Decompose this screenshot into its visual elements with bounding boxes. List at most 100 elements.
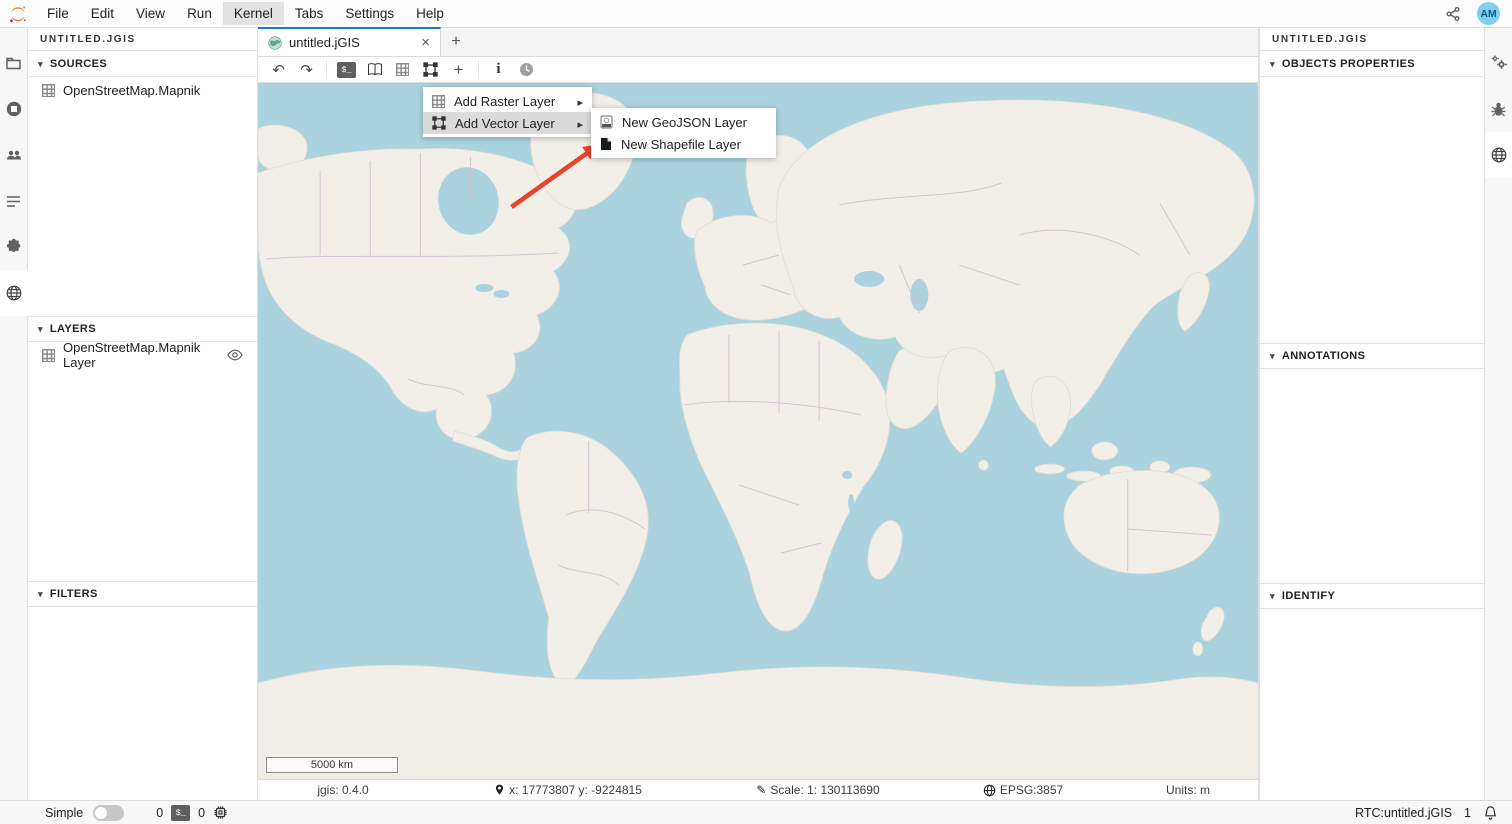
map-scale-value[interactable]: Scale: 1: 130113690 xyxy=(770,783,879,797)
pencil-icon xyxy=(756,783,766,797)
toolbar-divider xyxy=(326,61,327,78)
main-area: untitled.jGIS + xyxy=(258,28,1259,800)
tab-bar: untitled.jGIS xyxy=(258,28,1258,57)
scale-bar-label: 5000 km xyxy=(311,759,353,771)
menu-run[interactable]: Run xyxy=(176,2,223,25)
notifications-count[interactable]: 1 xyxy=(1464,806,1471,820)
redo-button[interactable] xyxy=(294,59,319,81)
right-panel-title: UNTITLED.JGIS xyxy=(1260,28,1484,51)
menu-view[interactable]: View xyxy=(125,2,176,25)
collaboration-icon[interactable] xyxy=(0,132,28,178)
raster-grid-icon xyxy=(432,95,445,108)
filters-section-header[interactable]: FILTERS xyxy=(28,581,257,607)
jgis-file-icon xyxy=(268,36,282,50)
identify-header[interactable]: IDENTIFY xyxy=(1260,583,1484,609)
toggle-knob xyxy=(95,807,107,819)
right-panel: UNTITLED.JGIS OBJECTS PROPERTIES ANNOTAT… xyxy=(1259,28,1484,800)
temporal-controller-button[interactable] xyxy=(514,59,539,81)
terminals-count[interactable]: 0 xyxy=(156,806,163,820)
bell-icon[interactable] xyxy=(1483,805,1498,821)
menu-item-new-geojson-layer[interactable]: New GeoJSON Layer xyxy=(591,111,776,133)
menu-item-add-vector-layer[interactable]: Add Vector Layer xyxy=(423,112,592,134)
property-inspector-icon[interactable] xyxy=(1485,40,1512,86)
new-vector-layer-button[interactable] xyxy=(418,59,443,81)
undo-button[interactable] xyxy=(266,59,291,81)
submenu-arrow-icon xyxy=(577,116,583,131)
cursor-coordinates: x: 17773807 y: -9224815 xyxy=(509,783,642,797)
source-item-label: OpenStreetMap.Mapnik xyxy=(63,83,200,98)
sources-section-header[interactable]: SOURCES xyxy=(28,51,257,77)
menu-kernel[interactable]: Kernel xyxy=(223,2,284,25)
identify-body xyxy=(1260,609,1484,800)
eye-icon[interactable] xyxy=(227,349,243,361)
map-crs[interactable]: EPSG:3857 xyxy=(1000,783,1063,797)
caret-down-icon xyxy=(1270,350,1275,362)
caret-down-icon xyxy=(1270,58,1275,70)
rtc-status[interactable]: RTC:untitled.jGIS xyxy=(1355,806,1452,820)
simple-mode-toggle[interactable] xyxy=(93,805,124,821)
menu-file[interactable]: File xyxy=(36,2,80,25)
open-symbology-button[interactable] xyxy=(362,59,387,81)
layers-section-header[interactable]: LAYERS xyxy=(28,316,257,342)
caret-down-icon xyxy=(1270,590,1275,602)
menu-help[interactable]: Help xyxy=(405,2,455,25)
left-panel: UNTITLED.JGIS SOURCES OpenStreetMap.Mapn… xyxy=(28,28,258,800)
annotations-body xyxy=(1260,369,1484,583)
add-layer-button[interactable]: + xyxy=(446,59,471,81)
filters-header-label: FILTERS xyxy=(50,588,98,600)
new-tab-button[interactable] xyxy=(441,28,471,56)
extensions-icon[interactable] xyxy=(0,224,28,270)
console-icon xyxy=(337,62,356,78)
layer-item[interactable]: OpenStreetMap.Mapnik Layer xyxy=(28,342,257,368)
map-status-bar: jgis: 0.4.0 x: 17773807 y: -9224815 Scal… xyxy=(258,779,1258,800)
left-activity-bar xyxy=(0,28,28,800)
kernel-chip-icon xyxy=(213,805,228,820)
menu-item-label: Add Vector Layer xyxy=(455,116,568,131)
toolbar-divider xyxy=(478,61,479,78)
running-kernels-icon[interactable] xyxy=(0,86,28,132)
menu-settings[interactable]: Settings xyxy=(334,2,405,25)
raster-layer-icon xyxy=(42,349,55,362)
tab-untitled-jgis[interactable]: untitled.jGIS xyxy=(258,27,441,56)
debugger-icon[interactable] xyxy=(1485,86,1512,132)
tab-label: untitled.jGIS xyxy=(289,35,360,50)
layer-item-label: OpenStreetMap.Mapnik Layer xyxy=(63,340,211,370)
share-icon[interactable] xyxy=(1445,6,1461,22)
user-avatar[interactable]: AM xyxy=(1477,2,1500,25)
source-item[interactable]: OpenStreetMap.Mapnik xyxy=(28,77,257,103)
menu-tabs[interactable]: Tabs xyxy=(284,2,335,25)
jgis-right-panel-icon[interactable] xyxy=(1485,132,1512,178)
close-icon[interactable] xyxy=(421,35,430,50)
menu-item-new-shapefile-layer[interactable]: New Shapefile Layer xyxy=(591,133,776,155)
sources-body xyxy=(28,103,257,316)
workspace: UNTITLED.JGIS SOURCES OpenStreetMap.Mapn… xyxy=(0,28,1512,800)
menu-edit[interactable]: Edit xyxy=(80,2,125,25)
caret-down-icon xyxy=(38,323,43,335)
shapefile-file-icon xyxy=(600,137,612,151)
vector-layer-submenu: New GeoJSON Layer New Shapefile Layer xyxy=(591,108,776,158)
location-pin-icon xyxy=(494,784,505,797)
add-layer-menu: Add Raster Layer Add Vector Layer xyxy=(423,87,592,137)
layers-body xyxy=(28,368,257,581)
geojson-file-icon xyxy=(600,115,613,129)
kernels-count[interactable]: 0 xyxy=(198,806,205,820)
console-button[interactable] xyxy=(334,59,359,81)
map-canvas[interactable]: 5000 km xyxy=(258,83,1258,779)
left-panel-title: UNTITLED.JGIS xyxy=(28,28,257,51)
objects-properties-header[interactable]: OBJECTS PROPERTIES xyxy=(1260,51,1484,77)
jgis-panel-icon[interactable] xyxy=(0,270,28,316)
menu-item-add-raster-layer[interactable]: Add Raster Layer xyxy=(423,90,592,112)
menu-item-label: Add Raster Layer xyxy=(454,94,568,109)
table-of-contents-icon[interactable] xyxy=(0,178,28,224)
identify-button[interactable] xyxy=(486,59,511,81)
file-browser-icon[interactable] xyxy=(0,40,28,86)
objects-properties-body xyxy=(1260,77,1484,343)
annotations-header[interactable]: ANNOTATIONS xyxy=(1260,343,1484,369)
new-raster-layer-button[interactable] xyxy=(390,59,415,81)
caret-down-icon xyxy=(38,588,43,600)
raster-source-icon xyxy=(42,84,55,97)
menubar: File Edit View Run Kernel Tabs Settings … xyxy=(0,0,1512,28)
vector-square-icon xyxy=(432,116,446,130)
raster-grid-icon xyxy=(396,63,409,76)
terminal-icon xyxy=(171,805,190,821)
